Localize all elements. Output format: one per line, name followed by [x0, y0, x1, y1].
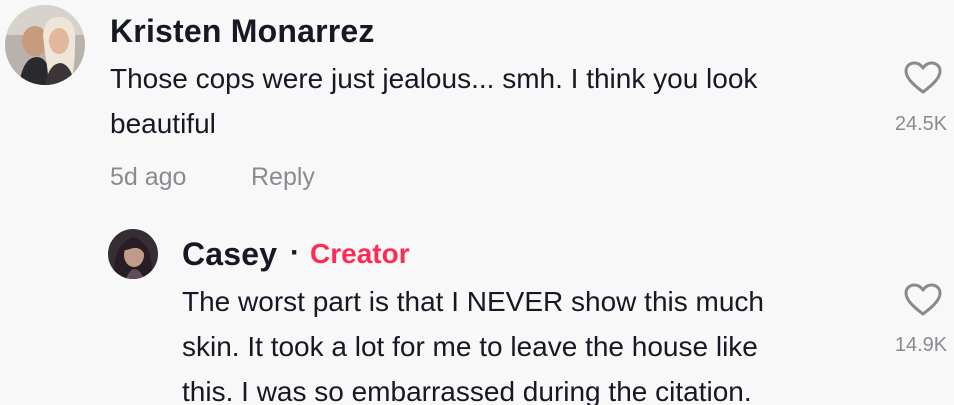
creator-badge: Creator: [310, 238, 410, 269]
comment-author-name[interactable]: Kristen Monarrez: [110, 13, 375, 50]
comment-author-name[interactable]: Casey: [182, 236, 277, 273]
comment-timestamp: 5d ago: [110, 163, 187, 191]
comment-text-line: beautiful: [110, 108, 216, 139]
separator-dot: ·: [290, 236, 300, 269]
heart-outline-icon: [904, 61, 942, 94]
like-button[interactable]: [903, 60, 943, 96]
comment-text-line: Those cops were just jealous... smh. I t…: [110, 63, 758, 94]
user-photo-avatar-icon: [5, 5, 85, 85]
comment-text-line: this. I was so embarrassed during the ci…: [182, 376, 752, 405]
user-photo-avatar-icon: [108, 229, 158, 279]
comments-panel: Kristen Monarrez Those cops were just je…: [0, 0, 954, 405]
comment-text-line: skin. It took a lot for me to leave the …: [182, 331, 758, 362]
avatar[interactable]: [5, 5, 85, 85]
reply-button[interactable]: Reply: [251, 163, 315, 192]
comment-text-line: The worst part is that I NEVER show this…: [182, 286, 764, 317]
avatar[interactable]: [108, 229, 158, 279]
like-button[interactable]: [903, 282, 943, 318]
like-count: 24.5K: [894, 113, 948, 135]
like-count: 14.9K: [894, 334, 948, 356]
heart-outline-icon: [904, 283, 942, 316]
